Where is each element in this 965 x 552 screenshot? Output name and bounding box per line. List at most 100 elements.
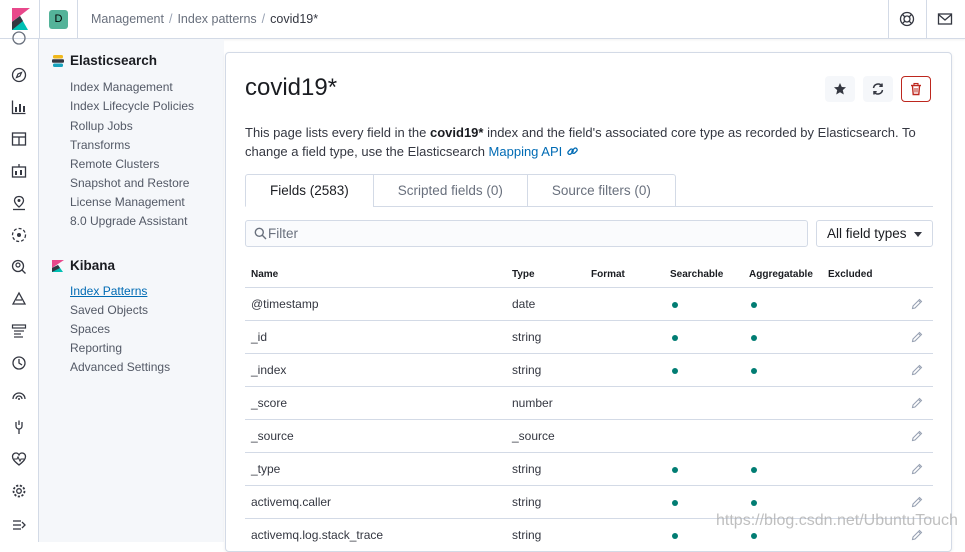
field-type: string xyxy=(506,518,585,552)
edit-field-button[interactable] xyxy=(901,287,933,321)
field-aggregatable xyxy=(743,419,822,453)
sidebar-item-rollup-jobs[interactable]: Rollup Jobs xyxy=(70,119,133,133)
pencil-icon xyxy=(911,463,923,474)
desc-text: This page lists every field in the xyxy=(245,125,430,140)
visualize-icon[interactable] xyxy=(11,99,27,115)
field-type: string xyxy=(506,353,585,387)
pencil-icon xyxy=(911,430,923,441)
table-row: _source _source xyxy=(245,419,933,453)
siem-icon[interactable] xyxy=(11,259,27,275)
field-name: _index xyxy=(245,353,506,387)
column-header-searchable[interactable]: Searchable xyxy=(664,262,743,288)
newsfeed-mail-icon[interactable] xyxy=(937,11,953,27)
sidebar-item-snapshot-and-restore[interactable]: Snapshot and Restore xyxy=(70,176,189,190)
field-name: activemq.log.stack_trace xyxy=(245,518,506,552)
refresh-fields-button[interactable] xyxy=(863,76,893,102)
set-default-button[interactable] xyxy=(825,76,855,102)
field-name: _id xyxy=(245,320,506,354)
management-gear-icon[interactable] xyxy=(11,483,27,499)
kibana-logo-icon[interactable] xyxy=(10,8,30,30)
column-header-excluded[interactable]: Excluded xyxy=(822,262,901,288)
sidebar-item-index-management[interactable]: Index Management xyxy=(70,80,173,94)
field-aggregatable xyxy=(743,452,822,486)
monitoring-heart-icon[interactable] xyxy=(11,451,27,467)
sidebar-item-advanced-settings[interactable]: Advanced Settings xyxy=(70,360,170,374)
delete-index-pattern-button[interactable] xyxy=(901,76,931,102)
aggregatable-dot-icon xyxy=(751,334,757,341)
sidebar-item-upgrade-assistant[interactable]: 8.0 Upgrade Assistant xyxy=(70,214,187,228)
logs-icon[interactable] xyxy=(11,323,27,339)
edit-field-button[interactable] xyxy=(901,353,933,387)
pencil-icon xyxy=(911,496,923,507)
field-type: number xyxy=(506,386,585,420)
sidebar-item-remote-clusters[interactable]: Remote Clusters xyxy=(70,157,159,171)
field-searchable xyxy=(664,353,743,387)
recent-icon[interactable] xyxy=(11,30,27,46)
sidebar-item-index-patterns[interactable]: Index Patterns xyxy=(70,284,147,298)
column-header-type[interactable]: Type xyxy=(506,262,585,288)
breadcrumb-management[interactable]: Management xyxy=(91,12,164,26)
fields-table: Name Type Format Searchable Aggregatable… xyxy=(245,262,933,552)
pencil-icon xyxy=(911,331,923,342)
field-name: @timestamp xyxy=(245,287,506,321)
top-header: D Management / Index patterns / covid19* xyxy=(0,0,965,39)
field-format xyxy=(585,320,664,354)
field-searchable xyxy=(664,287,743,321)
searchable-dot-icon xyxy=(672,301,678,308)
filter-input[interactable] xyxy=(268,221,798,246)
tab-fields[interactable]: Fields (2583) xyxy=(245,174,374,207)
sidebar-item-transforms[interactable]: Transforms xyxy=(70,138,130,152)
dashboard-icon[interactable] xyxy=(11,131,27,147)
tab-source-filters[interactable]: Source filters (0) xyxy=(526,174,676,207)
mapping-api-link[interactable]: Mapping API xyxy=(489,144,563,159)
field-excluded xyxy=(822,452,901,486)
filter-box xyxy=(245,220,808,247)
maps-icon[interactable] xyxy=(11,195,27,211)
sidebar-item-reporting[interactable]: Reporting xyxy=(70,341,122,355)
field-type: string xyxy=(506,485,585,519)
field-type: _source xyxy=(506,419,585,453)
canvas-icon[interactable] xyxy=(11,163,27,179)
page-description: This page lists every field in the covid… xyxy=(245,123,945,161)
apm-icon[interactable] xyxy=(11,355,27,371)
field-type-select[interactable]: All field types xyxy=(816,220,933,247)
dev-tools-icon[interactable] xyxy=(11,419,27,435)
pencil-icon xyxy=(911,529,923,540)
uptime-icon[interactable] xyxy=(11,387,27,403)
field-format xyxy=(585,287,664,321)
field-name: activemq.caller xyxy=(245,485,506,519)
field-name: _score xyxy=(245,386,506,420)
searchable-dot-icon xyxy=(672,334,678,341)
refresh-icon xyxy=(872,83,884,95)
edit-field-button[interactable] xyxy=(901,452,933,486)
sidebar-item-license-management[interactable]: License Management xyxy=(70,195,185,209)
column-header-name[interactable]: Name xyxy=(245,262,506,288)
column-header-aggregatable[interactable]: Aggregatable xyxy=(743,262,822,288)
pencil-icon xyxy=(911,298,923,309)
breadcrumb-current: covid19* xyxy=(270,12,319,26)
breadcrumb: Management / Index patterns / covid19* xyxy=(91,12,319,26)
edit-field-button[interactable] xyxy=(901,419,933,453)
tab-scripted-fields[interactable]: Scripted fields (0) xyxy=(372,174,528,207)
collapse-menu-icon[interactable] xyxy=(11,517,27,533)
column-header-format[interactable]: Format xyxy=(585,262,664,288)
edit-field-button[interactable] xyxy=(901,320,933,354)
help-icon[interactable] xyxy=(899,11,915,27)
elasticsearch-section-title: Elasticsearch xyxy=(70,53,158,68)
chevron-down-icon xyxy=(914,232,922,237)
breadcrumb-index-patterns[interactable]: Index patterns xyxy=(177,12,256,26)
space-avatar[interactable]: D xyxy=(49,10,68,29)
infrastructure-icon[interactable] xyxy=(11,291,27,307)
sidebar-item-index-lifecycle-policies[interactable]: Index Lifecycle Policies xyxy=(70,99,194,113)
management-sidebar: Elasticsearch Index Management Index Lif… xyxy=(39,39,224,542)
ml-icon[interactable] xyxy=(11,227,27,243)
searchable-dot-icon xyxy=(672,367,678,374)
table-row: _type string xyxy=(245,452,933,486)
field-aggregatable xyxy=(743,320,822,354)
sidebar-item-saved-objects[interactable]: Saved Objects xyxy=(70,303,148,317)
edit-field-button[interactable] xyxy=(901,386,933,420)
link-icon[interactable] xyxy=(566,145,579,158)
discover-compass-icon[interactable] xyxy=(11,67,27,83)
sidebar-item-spaces[interactable]: Spaces xyxy=(70,322,110,336)
field-searchable xyxy=(664,320,743,354)
